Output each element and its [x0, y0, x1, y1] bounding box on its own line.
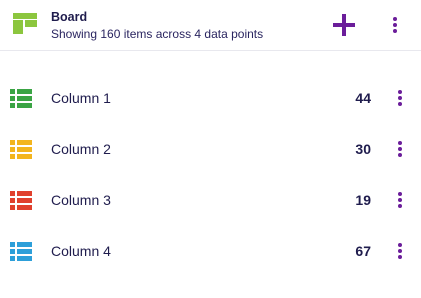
list-icon-bullet [10, 242, 15, 247]
list-icon-bullet [10, 191, 15, 196]
list-icon-line [17, 191, 32, 196]
row-more-options-button[interactable] [392, 189, 408, 211]
list-icon-bullet [10, 140, 15, 145]
more-icon-dot [393, 29, 397, 33]
item-count: 30 [355, 141, 371, 157]
list-icon-line [17, 256, 32, 261]
list-icon-line [17, 103, 32, 108]
board-header: Board Showing 160 items across 4 data po… [0, 0, 421, 51]
list-icon-bullet [10, 198, 15, 203]
list-icon-line [17, 249, 32, 254]
item-count: 44 [355, 90, 371, 106]
list-icon-line [17, 147, 32, 152]
plus-icon-horizontal [333, 23, 355, 27]
row-more-options-button[interactable] [392, 138, 408, 160]
column-row-3[interactable]: Column 3 19 [0, 181, 421, 221]
more-icon-dot [398, 96, 402, 100]
list-icon-bullet [10, 147, 15, 152]
more-icon-dot [398, 249, 402, 253]
more-icon-dot [398, 198, 402, 202]
list-icon-bullet [10, 103, 15, 108]
list-icon-line [17, 89, 32, 94]
board-summary: Showing 160 items across 4 data points [51, 27, 264, 41]
list-icon-bullet [10, 205, 15, 210]
more-options-button[interactable] [387, 14, 403, 36]
list-icon-line [17, 96, 32, 101]
column-label: Column 2 [51, 141, 111, 157]
column-row-2[interactable]: Column 2 30 [0, 130, 421, 170]
row-more-options-button[interactable] [392, 240, 408, 262]
more-icon-dot [398, 147, 402, 151]
more-icon-dot [398, 153, 402, 157]
more-icon-dot [398, 141, 402, 145]
list-icon-line [17, 154, 32, 159]
column-label: Column 3 [51, 192, 111, 208]
list-icon-bullet [10, 256, 15, 261]
list-icon [10, 242, 32, 261]
more-icon-dot [398, 192, 402, 196]
more-icon-dot [398, 243, 402, 247]
row-more-options-button[interactable] [392, 87, 408, 109]
add-button[interactable] [332, 13, 356, 37]
item-count: 67 [355, 243, 371, 259]
list-icon-bullet [10, 154, 15, 159]
list-icon [10, 140, 32, 159]
column-label: Column 4 [51, 243, 111, 259]
more-icon-dot [398, 204, 402, 208]
list-icon-line [17, 242, 32, 247]
more-icon-dot [398, 90, 402, 94]
more-icon-dot [398, 102, 402, 106]
column-row-4[interactable]: Column 4 67 [0, 232, 421, 272]
column-row-1[interactable]: Column 1 44 [0, 79, 421, 119]
list-icon-line [17, 140, 32, 145]
item-count: 19 [355, 192, 371, 208]
list-icon [10, 191, 32, 210]
list-icon-line [17, 205, 32, 210]
board-icon [13, 13, 37, 34]
list-icon-line [17, 198, 32, 203]
more-icon-dot [398, 255, 402, 259]
list-icon-bullet [10, 89, 15, 94]
more-icon-dot [393, 17, 397, 21]
list-icon [10, 89, 32, 108]
list-icon-bullet [10, 249, 15, 254]
more-icon-dot [393, 23, 397, 27]
list-icon-bullet [10, 96, 15, 101]
column-label: Column 1 [51, 90, 111, 106]
board-title: Board [51, 10, 88, 24]
